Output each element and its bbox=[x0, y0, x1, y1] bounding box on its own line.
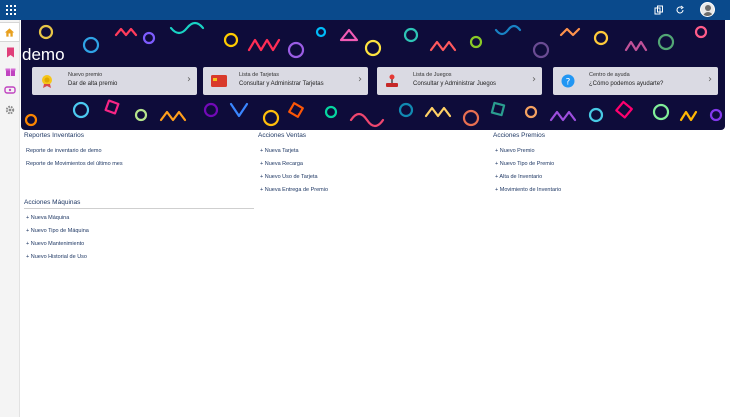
link-alta-inventario[interactable]: + Alta de Inventario bbox=[493, 171, 719, 184]
svg-text:?: ? bbox=[566, 78, 571, 88]
prize-icon bbox=[42, 75, 52, 88]
sidebar-item-ticket[interactable] bbox=[0, 80, 20, 100]
card-subtitle: ¿Cómo podemos ayudarte? bbox=[589, 81, 664, 87]
link-nuevo-premio[interactable]: + Nuevo Premio bbox=[493, 145, 719, 158]
link-nuevo-historial-uso[interactable]: + Nuevo Historial de Uso bbox=[24, 251, 254, 264]
card-lista-tarjetas[interactable]: Lista de Tarjetas Consultar y Administra… bbox=[203, 67, 368, 95]
link-nuevo-tipo-maquina[interactable]: + Nuevo Tipo de Máquina bbox=[24, 225, 254, 238]
refresh-icon[interactable] bbox=[673, 3, 687, 17]
link-nueva-recarga[interactable]: + Nueva Recarga bbox=[258, 158, 484, 171]
link-nuevo-mantenimiento[interactable]: + Nuevo Mantenimiento bbox=[24, 238, 254, 251]
sidebar-item-gift[interactable] bbox=[0, 61, 20, 81]
chevron-right-icon: › bbox=[532, 74, 536, 85]
section-reportes-inventarios: Reportes Inventarios Reporte de inventar… bbox=[24, 132, 250, 171]
hero-banner: demo Nuevo premio Dar de alta premio › L… bbox=[21, 20, 725, 130]
section-title: Reportes Inventarios bbox=[24, 132, 84, 139]
section-divider bbox=[24, 208, 254, 209]
card-subtitle: Consultar y Administrar Tarjetas bbox=[239, 81, 324, 87]
card-title: Lista de Juegos bbox=[413, 72, 452, 78]
user-avatar-icon[interactable] bbox=[700, 2, 715, 17]
gift-icon bbox=[5, 68, 15, 76]
section-acciones-ventas: Acciones Ventas + Nueva Tarjeta + Nueva … bbox=[258, 132, 484, 197]
section-acciones-maquinas: Acciones Máquinas + Nueva Máquina + Nuev… bbox=[24, 199, 254, 264]
chevron-right-icon: › bbox=[358, 74, 362, 85]
joystick-icon bbox=[386, 74, 398, 87]
card-lista-juegos[interactable]: Lista de Juegos Consultar y Administrar … bbox=[377, 67, 542, 95]
card-title: Lista de Tarjetas bbox=[239, 72, 279, 78]
page-title: demo bbox=[22, 45, 65, 64]
chevron-right-icon: › bbox=[708, 74, 712, 85]
home-icon bbox=[4, 27, 15, 37]
copy-icon[interactable] bbox=[652, 3, 666, 17]
card-centro-ayuda[interactable]: ? Centro de ayuda ¿Cómo podemos ayudarte… bbox=[553, 67, 718, 95]
link-movimiento-inventario[interactable]: + Movimiento de Inventario bbox=[493, 184, 719, 197]
top-bar bbox=[0, 0, 730, 20]
help-icon: ? bbox=[561, 74, 575, 88]
sidebar-item-bookmark[interactable] bbox=[0, 42, 20, 62]
card-subtitle: Consultar y Administrar Juegos bbox=[413, 81, 497, 87]
link-reporte-movimientos[interactable]: Reporte de Movimientos del último mes bbox=[24, 158, 250, 171]
link-nuevo-uso-tarjeta[interactable]: + Nuevo Uso de Tarjeta bbox=[258, 171, 484, 184]
card-icon bbox=[211, 75, 227, 87]
sidebar-item-home[interactable] bbox=[0, 22, 20, 42]
link-reporte-inventario[interactable]: Reporte de inventario de demo bbox=[24, 145, 250, 158]
waffle-icon[interactable] bbox=[6, 5, 16, 15]
link-nueva-tarjeta[interactable]: + Nueva Tarjeta bbox=[258, 145, 484, 158]
card-title: Centro de ayuda bbox=[589, 72, 630, 78]
bookmark-icon bbox=[6, 47, 14, 57]
card-subtitle: Dar de alta premio bbox=[68, 81, 118, 87]
sidebar bbox=[0, 20, 20, 417]
card-title: Nuevo premio bbox=[68, 72, 103, 78]
sidebar-item-settings[interactable] bbox=[0, 100, 20, 120]
section-title: Acciones Premios bbox=[493, 132, 546, 139]
chevron-right-icon: › bbox=[187, 74, 191, 85]
gear-icon bbox=[5, 105, 15, 115]
ticket-icon bbox=[4, 86, 16, 94]
link-nueva-entrega-premio[interactable]: + Nueva Entrega de Premio bbox=[258, 184, 484, 197]
card-nuevo-premio[interactable]: Nuevo premio Dar de alta premio › bbox=[32, 67, 197, 95]
link-nueva-maquina[interactable]: + Nueva Máquina bbox=[24, 212, 254, 225]
section-acciones-premios: Acciones Premios + Nuevo Premio + Nuevo … bbox=[493, 132, 719, 197]
section-title: Acciones Ventas bbox=[258, 132, 307, 139]
section-title: Acciones Máquinas bbox=[24, 199, 81, 206]
link-nuevo-tipo-premio[interactable]: + Nuevo Tipo de Premio bbox=[493, 158, 719, 171]
